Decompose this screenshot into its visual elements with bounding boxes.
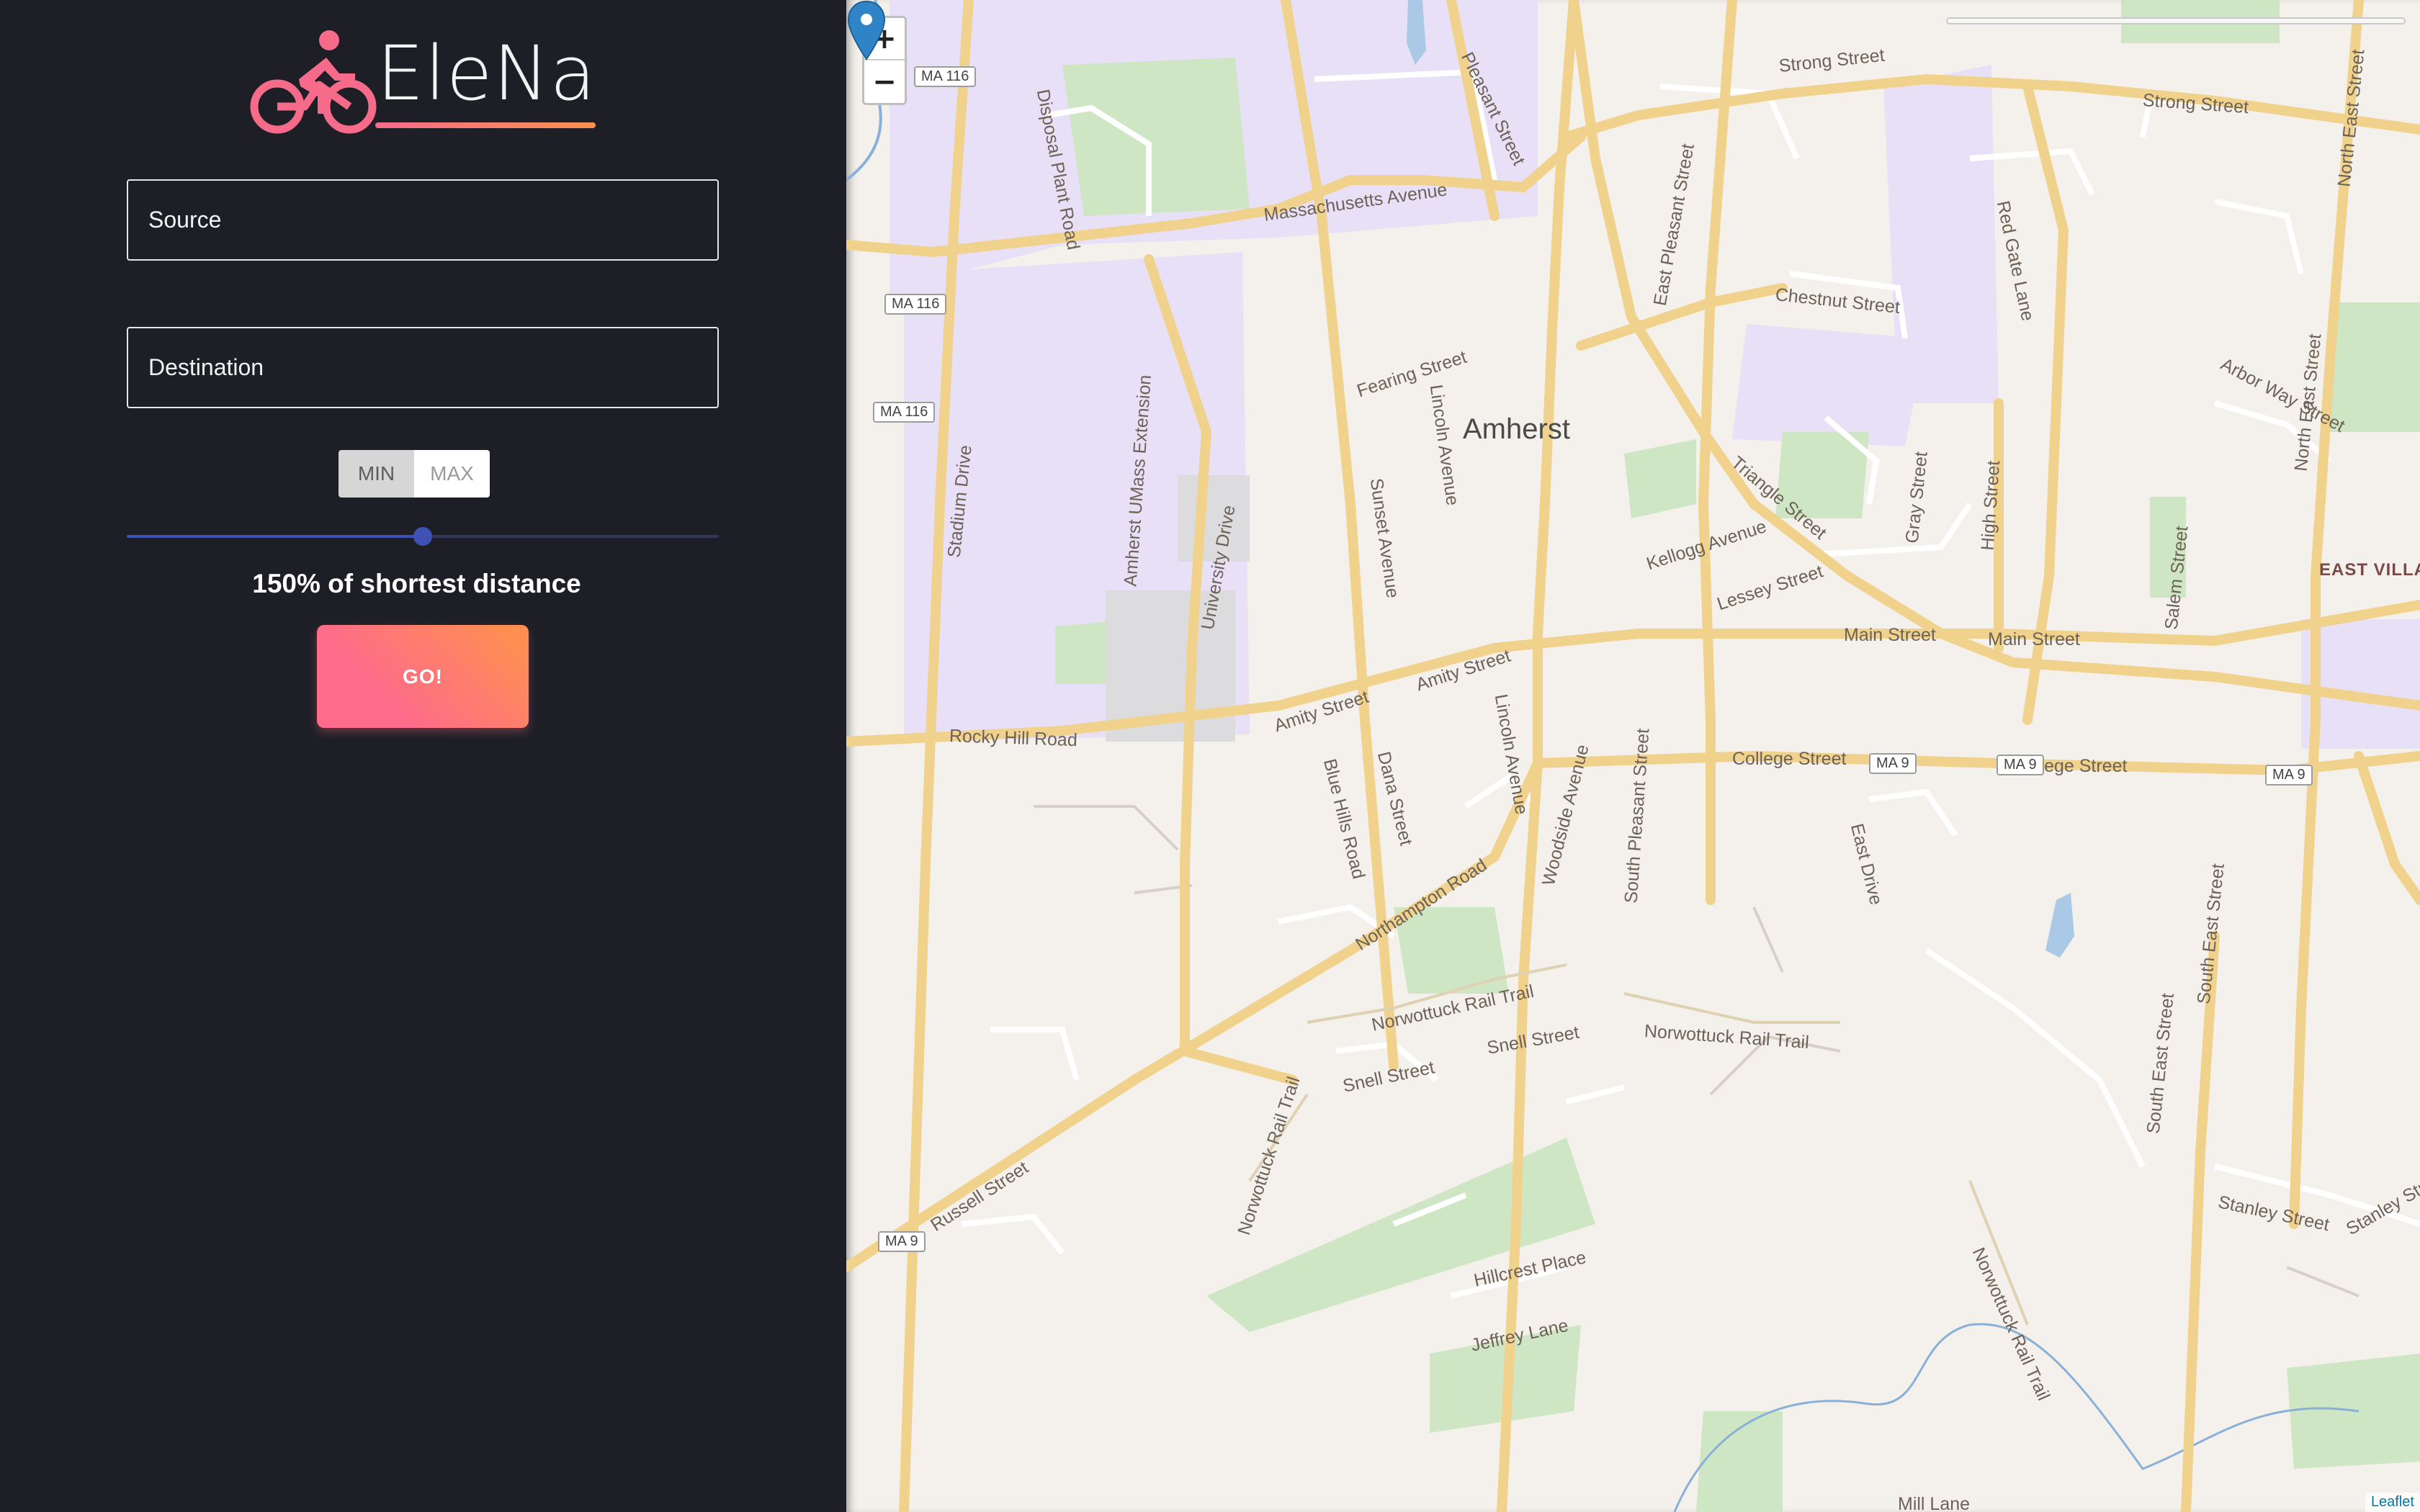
- min-toggle-button[interactable]: MIN: [339, 450, 414, 498]
- region-label: EAST VILLA: [2319, 560, 2420, 580]
- route-shield: MA 116: [914, 66, 977, 87]
- route-shield: MA 116: [884, 294, 947, 315]
- map-pin-icon[interactable]: [846, 0, 887, 60]
- app-title: EleNa: [377, 30, 597, 117]
- street-label: Mill Lane: [1898, 1494, 1971, 1512]
- go-button[interactable]: GO!: [317, 625, 529, 728]
- max-toggle-button[interactable]: MAX: [414, 450, 490, 498]
- route-shield: MA 9: [1869, 753, 1917, 774]
- slider-fill: [127, 535, 423, 538]
- slider-thumb[interactable]: [413, 527, 432, 546]
- route-shield: MA 9: [2265, 765, 2313, 786]
- street-label: Rocky Hill Road: [949, 726, 1078, 751]
- distance-slider[interactable]: [127, 527, 719, 546]
- map-drag-handle[interactable]: [1946, 17, 2406, 24]
- title-underline: [375, 122, 596, 128]
- street-label: Main Street: [1988, 629, 2080, 649]
- app-logo: EleNa: [248, 29, 601, 137]
- destination-input[interactable]: [127, 327, 719, 408]
- zoom-out-button[interactable]: −: [864, 60, 905, 103]
- distance-percentage-label: 150% of shortest distance: [252, 569, 581, 598]
- route-shield: MA 9: [1996, 755, 2044, 775]
- bicycle-rider-icon: [250, 30, 377, 134]
- route-shield: MA 9: [878, 1231, 926, 1252]
- town-label: Amherst: [1463, 413, 1570, 445]
- street-label: Main Street: [1844, 625, 1936, 645]
- map-view[interactable]: Amherst EAST VILLA Strong Street Strong …: [846, 0, 2420, 1512]
- street-label: College Street: [1732, 749, 1847, 769]
- leaflet-attribution-link[interactable]: Leaflet: [2365, 1493, 2420, 1512]
- sidebar: EleNa MIN MAX 150% of shortest distance …: [0, 0, 846, 1512]
- route-shield: MA 116: [873, 402, 936, 423]
- source-input[interactable]: [127, 179, 719, 261]
- min-max-toggle: MIN MAX: [339, 450, 490, 498]
